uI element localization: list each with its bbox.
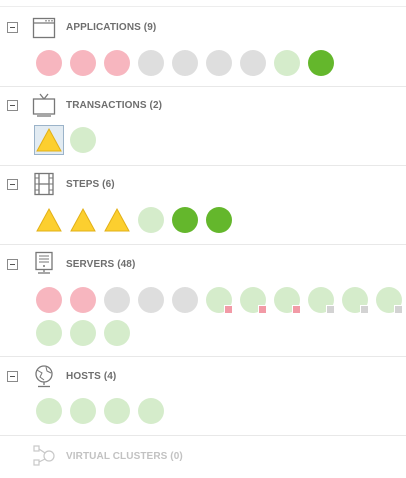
tv-icon [32,93,56,117]
status-item[interactable] [70,127,96,153]
status-item[interactable] [172,287,198,313]
section-title: STEPS (6) [66,179,115,190]
status-item[interactable] [138,207,164,233]
film-strip-icon [34,172,54,196]
section-servers: SERVERS (48) [0,245,406,357]
status-item[interactable] [70,398,96,424]
collapse-toggle[interactable] [7,259,18,270]
status-item[interactable] [36,287,62,313]
status-item[interactable] [206,207,232,233]
status-item[interactable] [36,398,62,424]
status-item[interactable] [172,50,198,76]
virtual-cluster-icon [33,445,55,466]
server-tower-icon [35,251,53,274]
section-title: HOSTS (4) [66,371,117,382]
status-row [36,50,406,76]
status-row [36,320,156,346]
status-badge [292,305,301,314]
collapse-toggle[interactable] [7,371,18,382]
section-title: APPLICATIONS (9) [66,22,157,33]
status-item[interactable] [172,207,198,233]
status-item[interactable] [274,287,301,314]
status-item[interactable] [104,207,130,233]
status-item[interactable] [138,50,164,76]
status-item[interactable] [70,287,96,313]
section-steps: STEPS (6) [0,166,406,245]
status-item[interactable] [240,287,267,314]
section-applications: APPLICATIONS (9) [0,7,406,87]
status-item[interactable] [104,287,130,313]
status-item[interactable] [36,127,62,153]
status-item[interactable] [70,207,96,233]
status-item[interactable] [104,320,130,346]
section-transactions: TRANSACTIONS (2) [0,87,406,166]
status-item[interactable] [36,50,62,76]
status-row [36,287,406,314]
section-hosts: HOSTS (4) [0,357,406,436]
status-item[interactable] [206,287,233,314]
status-badge [224,305,233,314]
status-item[interactable] [36,207,62,233]
status-row [36,398,186,424]
status-item[interactable] [206,50,232,76]
status-item[interactable] [138,287,164,313]
status-badge [326,305,335,314]
section-title: VIRTUAL CLUSTERS (0) [66,451,183,462]
collapse-toggle[interactable] [7,179,18,190]
status-item[interactable] [308,287,335,314]
status-row [36,207,256,233]
status-item[interactable] [104,398,130,424]
collapse-toggle[interactable] [7,100,18,111]
section-title: SERVERS (48) [66,259,136,270]
status-badge [360,305,369,314]
status-badge [258,305,267,314]
section-title: TRANSACTIONS (2) [66,100,163,111]
status-item[interactable] [70,320,96,346]
status-item[interactable] [104,50,130,76]
section-virtual-clusters: VIRTUAL CLUSTERS (0) [0,436,406,478]
status-item[interactable] [138,398,164,424]
status-item[interactable] [70,50,96,76]
globe-host-icon [35,365,53,388]
status-item[interactable] [308,50,334,76]
status-item[interactable] [36,320,62,346]
status-row [36,127,116,153]
status-item[interactable] [342,287,369,314]
status-item[interactable] [274,50,300,76]
collapse-toggle[interactable] [7,22,18,33]
status-badge [394,305,403,314]
application-window-icon [32,17,56,39]
status-item[interactable] [376,287,403,314]
status-item[interactable] [240,50,266,76]
